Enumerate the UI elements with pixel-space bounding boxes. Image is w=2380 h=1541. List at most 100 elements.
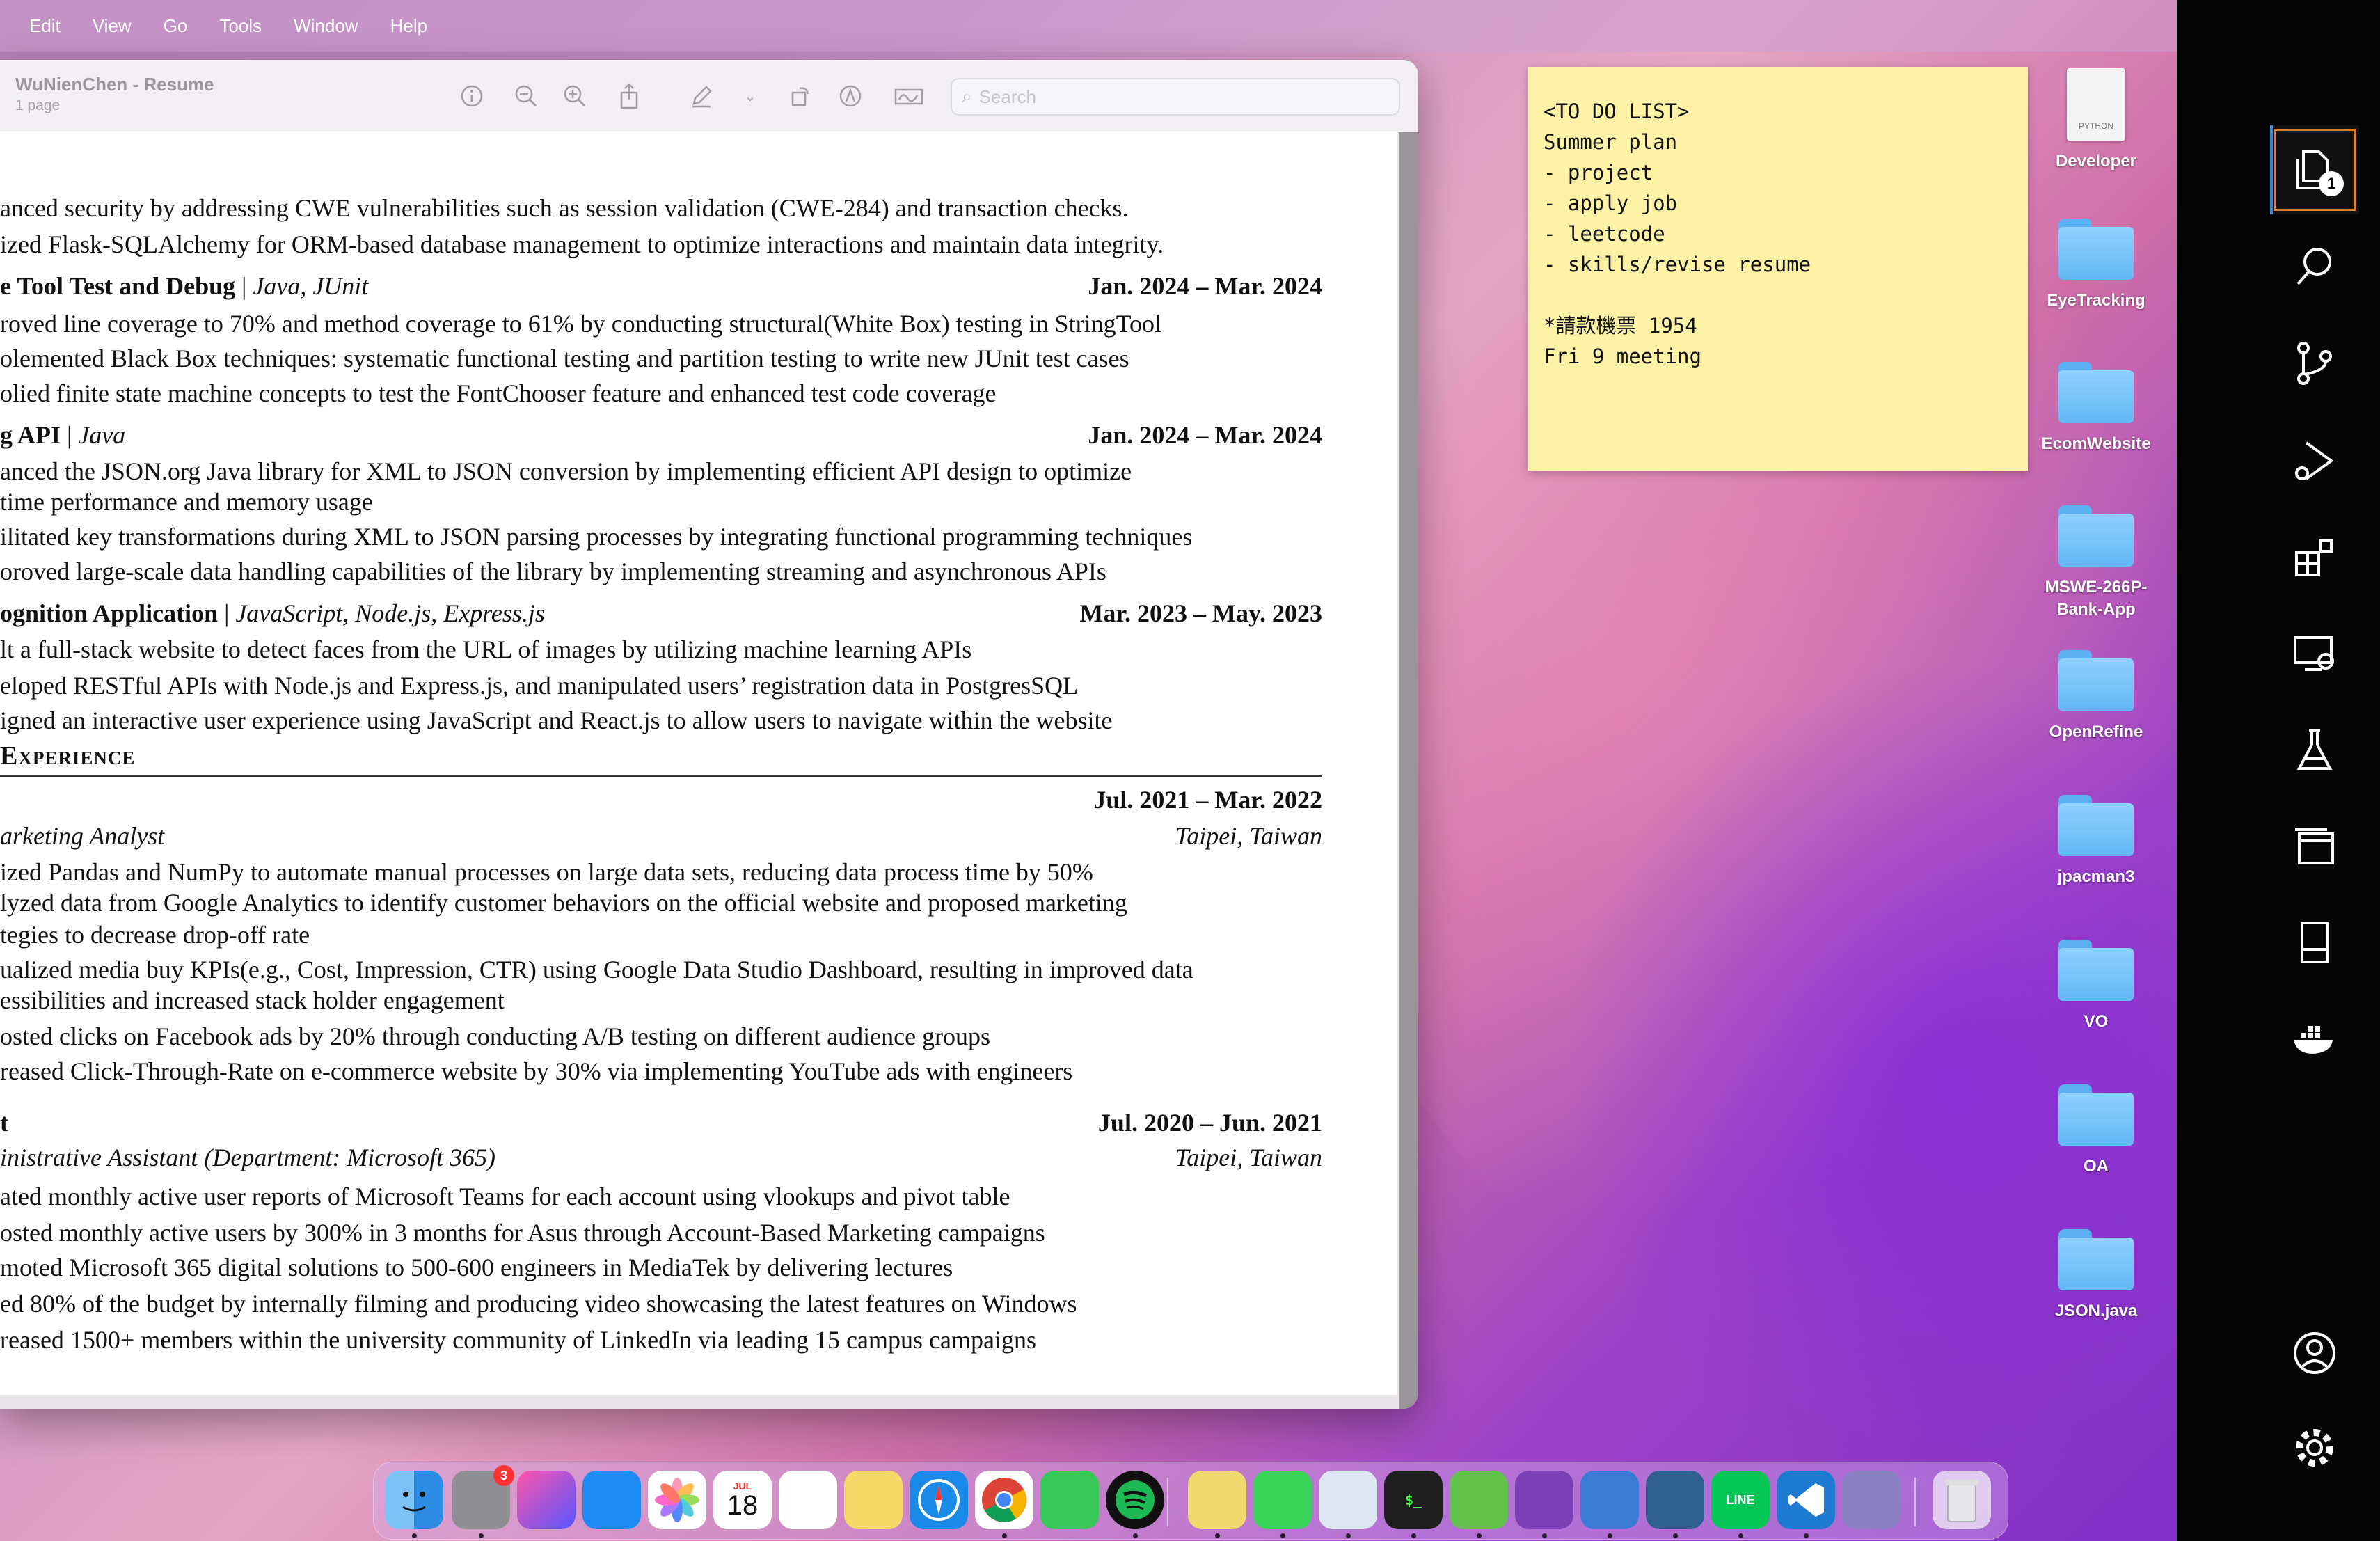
desktop-folder[interactable]: VO — [2026, 940, 2166, 1033]
system-settings-icon[interactable]: 3 — [452, 1465, 514, 1529]
spotify-icon[interactable] — [1106, 1471, 1164, 1529]
search-field[interactable]: ⌕ — [951, 78, 1400, 116]
window-icon[interactable] — [2270, 802, 2359, 891]
resume-line: essibilities and increased stack holder … — [0, 986, 505, 1014]
desktop-file-developer[interactable]: PYTHON Developer — [2026, 68, 2166, 173]
zoom-in-icon[interactable] — [560, 81, 590, 111]
info-icon[interactable] — [457, 81, 487, 111]
resume-page: anced security by addressing CWE vulnera… — [0, 132, 1397, 1395]
app-store-icon[interactable] — [582, 1471, 641, 1529]
trash-icon[interactable] — [1933, 1471, 1991, 1529]
photos-icon[interactable] — [648, 1471, 706, 1529]
docker-icon[interactable] — [2270, 994, 2359, 1083]
desktop-folder[interactable]: MSWE-266P-Bank-App — [2026, 505, 2166, 621]
explorer-icon[interactable]: 1 — [2270, 125, 2359, 214]
stickies-icon[interactable] — [1188, 1471, 1246, 1529]
menu-help[interactable]: Help — [390, 15, 427, 37]
running-indicator — [1542, 1533, 1547, 1538]
vscode-icon[interactable] — [1777, 1471, 1835, 1529]
annotate-icon[interactable] — [835, 81, 866, 111]
folder-icon — [2058, 795, 2134, 856]
markup-pen-icon[interactable] — [686, 81, 717, 111]
menu-tools[interactable]: Tools — [219, 15, 262, 37]
extensions-icon[interactable] — [2270, 512, 2359, 601]
running-indicator — [1804, 1533, 1809, 1538]
search-input[interactable] — [978, 86, 1369, 108]
folder-icon — [2058, 1084, 2134, 1146]
terminal-prompt-glyph: $_ — [1404, 1492, 1422, 1508]
preview-icon[interactable] — [1319, 1471, 1377, 1529]
messages-icon[interactable] — [1253, 1471, 1312, 1529]
running-indicator — [1738, 1533, 1743, 1538]
menu-go[interactable]: Go — [164, 15, 188, 37]
facetime-icon[interactable] — [1040, 1471, 1099, 1529]
folder-icon — [2058, 219, 2134, 280]
sticky-line: Fri 9 meeting — [1544, 345, 1701, 368]
job-date: Jul. 2021 – Mar. 2022 — [1093, 786, 1322, 814]
zoom-out-icon[interactable] — [511, 81, 541, 111]
sticky-note[interactable]: <TO DO LIST> Summer plan - project - apply … — [1528, 67, 2028, 471]
desktop-folder[interactable]: EcomWebsite — [2026, 362, 2166, 455]
sticky-line: - project — [1544, 161, 1653, 184]
document-title: WuNienChen - Resume — [15, 74, 214, 95]
dock-divider — [1167, 1478, 1168, 1526]
share-icon[interactable] — [614, 81, 644, 111]
terminal-icon[interactable]: $_ — [1384, 1471, 1443, 1529]
desktop-folder[interactable]: JSON.java — [2026, 1229, 2166, 1322]
desktop-item-label: MSWE-266P-Bank-App — [2045, 578, 2148, 619]
desktop-item-label: EcomWebsite — [2041, 434, 2151, 453]
resume-line: osted clicks on Facebook ads by 20% thro… — [0, 1022, 991, 1050]
sticky-line: <TO DO LIST> — [1544, 100, 1690, 123]
mysql-workbench-icon[interactable] — [1646, 1471, 1704, 1529]
project-title: ognition Application — [0, 599, 219, 627]
rotate-icon[interactable] — [785, 81, 816, 111]
system-settings-badge: 3 — [493, 1465, 514, 1486]
dock-divider — [1914, 1478, 1916, 1526]
desktop-folder[interactable]: EyeTracking — [2026, 219, 2166, 312]
sticky-line: - leetcode — [1544, 222, 1665, 246]
menu-view[interactable]: View — [93, 15, 132, 37]
reminders-icon[interactable] — [779, 1471, 837, 1529]
project-title: g API — [0, 421, 61, 449]
sign-icon[interactable] — [894, 81, 924, 111]
menu-edit[interactable]: Edit — [29, 15, 61, 37]
job-location: Taipei, Taiwan — [1175, 822, 1322, 850]
resume-line: tegies to decrease drop-off rate — [0, 921, 310, 949]
resume-line: anced security by addressing CWE vulnera… — [0, 194, 1129, 222]
running-indicator — [479, 1533, 484, 1538]
source-control-icon[interactable] — [2270, 319, 2359, 408]
finder-icon[interactable] — [385, 1471, 443, 1529]
github-desktop-icon[interactable] — [1515, 1471, 1573, 1529]
desktop-folder[interactable]: OA — [2026, 1084, 2166, 1178]
account-icon[interactable] — [2270, 1309, 2359, 1398]
notes-icon[interactable] — [844, 1471, 903, 1529]
desktop-folder[interactable]: OpenRefine — [2026, 650, 2166, 743]
launchpad-icon[interactable] — [517, 1471, 576, 1529]
network-app-icon[interactable] — [1580, 1471, 1639, 1529]
scrollbar[interactable] — [1399, 132, 1418, 1409]
running-indicator — [1608, 1533, 1612, 1538]
calendar-icon[interactable]: JUL 18 — [713, 1471, 772, 1529]
running-indicator — [1477, 1533, 1482, 1538]
company-name: t — [0, 1109, 8, 1137]
sticky-line: Summer plan — [1544, 130, 1678, 154]
testing-icon[interactable] — [2270, 706, 2359, 795]
menu-window[interactable]: Window — [294, 15, 358, 37]
settings-icon[interactable] — [2270, 1403, 2359, 1492]
desktop-folder[interactable]: jpacman3 — [2026, 795, 2166, 888]
zipper-icon[interactable] — [1450, 1471, 1508, 1529]
project-title: e Tool Test and Debug — [0, 272, 236, 300]
line-icon[interactable]: LINE — [1711, 1471, 1770, 1529]
safari-icon[interactable] — [910, 1471, 968, 1529]
resume-line: lt a full-stack website to detect faces … — [0, 635, 972, 663]
run-debug-icon[interactable] — [2270, 416, 2359, 505]
search-icon[interactable] — [2270, 223, 2359, 312]
chrome-icon[interactable] — [975, 1471, 1033, 1529]
chevron-down-icon[interactable]: ⌄ — [735, 81, 765, 111]
desktop-item-label: EyeTracking — [2047, 291, 2145, 310]
dock: 3 JUL 18 $_ LINE — [373, 1462, 2008, 1540]
remote-explorer-icon[interactable] — [2270, 610, 2359, 699]
folder-icon — [2058, 940, 2134, 1001]
rocket-icon[interactable] — [1842, 1471, 1901, 1529]
bookmark-icon[interactable] — [2270, 898, 2359, 987]
